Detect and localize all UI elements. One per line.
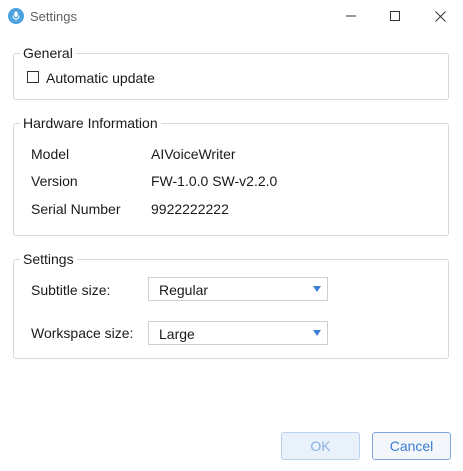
workspace-size-label: Workspace size: (31, 325, 134, 341)
app-microphone-icon (8, 8, 24, 24)
ok-button[interactable]: OK (281, 432, 360, 460)
title-bar: Settings (0, 0, 463, 32)
chevron-down-icon (313, 286, 321, 292)
chevron-down-icon (313, 330, 321, 336)
minimize-button[interactable] (328, 0, 374, 32)
automatic-update-label[interactable]: Automatic update (46, 69, 155, 87)
model-label: Model (31, 146, 70, 162)
subtitle-size-select[interactable]: Regular (148, 277, 328, 301)
maximize-icon (390, 11, 400, 21)
subtitle-size-value: Regular (159, 282, 209, 298)
version-label: Version (31, 173, 78, 189)
maximize-button[interactable] (372, 0, 418, 32)
general-legend: General (20, 44, 76, 62)
subtitle-size-label: Subtitle size: (31, 282, 111, 298)
settings-legend: Settings (20, 250, 77, 268)
hardware-info-legend: Hardware Information (20, 114, 161, 132)
serial-number-value: 9922222222 (151, 201, 229, 217)
workspace-size-value: Large (159, 326, 195, 342)
cancel-button[interactable]: Cancel (372, 432, 451, 460)
automatic-update-checkbox[interactable] (27, 71, 39, 83)
minimize-icon (346, 11, 356, 21)
window-title: Settings (30, 9, 77, 24)
version-value: FW-1.0.0 SW-v2.2.0 (151, 173, 278, 189)
serial-number-label: Serial Number (31, 201, 121, 217)
workspace-size-select[interactable]: Large (148, 321, 328, 345)
close-icon (434, 10, 446, 22)
close-button[interactable] (417, 0, 463, 32)
model-value: AIVoiceWriter (151, 146, 236, 162)
